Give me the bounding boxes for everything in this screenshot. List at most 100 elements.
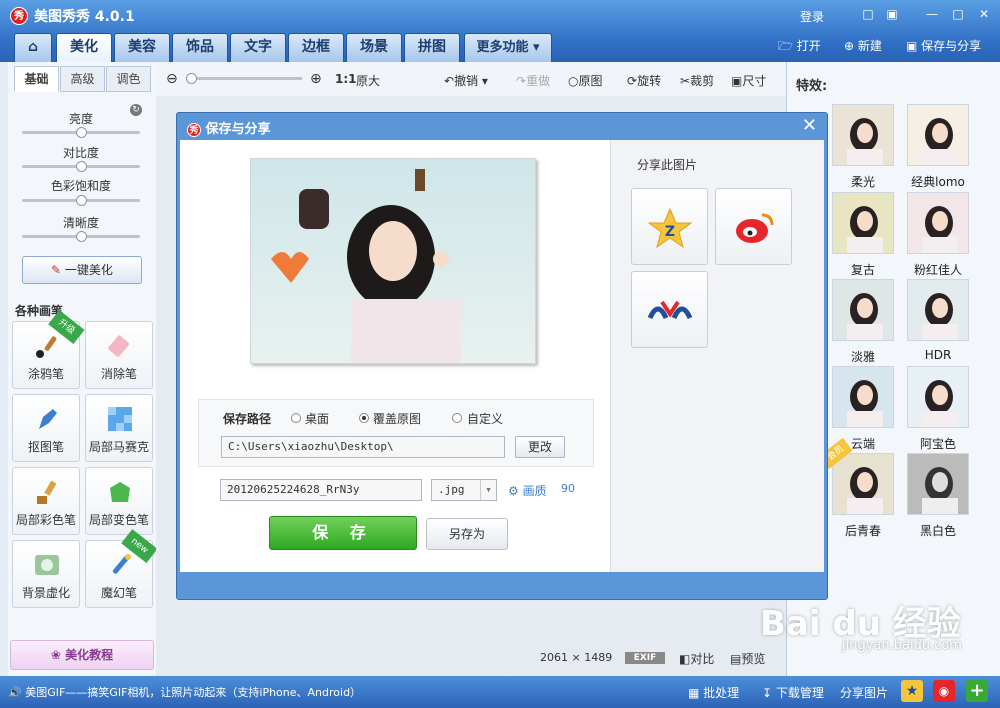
qzone-icon[interactable]: ★ [901, 680, 923, 702]
foot-icon: ❀ [50, 648, 66, 662]
tab-collage[interactable]: 拼图 [404, 33, 460, 62]
download-icon: ↧ [762, 686, 776, 700]
zoom-ratio[interactable]: 1:1 [335, 72, 357, 86]
share-renren-button[interactable] [631, 271, 708, 348]
renren-logo-icon [647, 300, 693, 320]
save-share-button[interactable]: ▣ 保存与分享 [906, 37, 981, 54]
exif-button[interactable]: EXIF [625, 652, 665, 664]
resize-button[interactable]: ▣尺寸 [731, 72, 766, 89]
brush-mosaic[interactable]: 局部马赛克 [85, 394, 153, 462]
slider-knob[interactable] [76, 127, 87, 138]
effect-thumbnail[interactable] [907, 104, 969, 166]
radio-overwrite[interactable] [359, 413, 369, 423]
effect-label: 黑白色 [919, 524, 956, 538]
change-path-button[interactable]: 更改 [515, 436, 565, 458]
paint-bucket-icon [110, 482, 130, 502]
mosaic-icon [108, 407, 132, 431]
subtab-color[interactable]: 调色 [106, 66, 151, 92]
minimize-icon[interactable]: — [924, 7, 940, 21]
brush-magic[interactable]: new 魔幻笔 [85, 529, 158, 608]
status-message[interactable]: 🔊 美图GIF——搞笑GIF相机，让照片动起来（支持iPhone、Android… [8, 684, 361, 700]
preview-button[interactable]: ▤预览 [730, 650, 765, 667]
close-icon[interactable]: ✕ [976, 7, 992, 21]
radio-desktop[interactable] [291, 413, 301, 423]
weibo-icon[interactable]: ◉ [933, 680, 955, 702]
quality-link[interactable]: ⚙ 画质 [508, 482, 547, 499]
brush-doodle[interactable]: 升级 涂鸦笔 [12, 310, 85, 389]
brush-local-color[interactable]: 局部彩色笔 [12, 467, 80, 535]
radio-custom[interactable] [452, 413, 462, 423]
slider-brightness[interactable] [22, 127, 140, 138]
maximize-icon[interactable]: □ [950, 7, 966, 21]
save-path-label: 保存路径 [223, 412, 272, 426]
save-as-button[interactable]: 另存为 [426, 518, 508, 550]
slider-saturation[interactable] [22, 195, 140, 206]
batch-button[interactable]: ▦ 批处理 [688, 684, 739, 701]
one-key-beautify-button[interactable]: ✎ 一键美化 [22, 256, 142, 284]
crop-button[interactable]: ✂裁剪 [680, 72, 714, 89]
slider-knob[interactable] [76, 231, 87, 242]
effect-thumbnail[interactable] [907, 192, 969, 254]
preview-label: 预览 [741, 652, 766, 666]
original-label: 原图 [578, 74, 603, 88]
subtab-advanced[interactable]: 高级 [60, 66, 105, 92]
effect-thumbnail[interactable] [832, 192, 894, 254]
chevron-down-icon: ▾ [478, 74, 488, 88]
tab-text[interactable]: 文字 [230, 33, 286, 62]
compare-button[interactable]: ◧对比 [679, 650, 714, 667]
login-link[interactable]: 登录 [800, 8, 824, 25]
tab-face[interactable]: 美容 [114, 33, 170, 62]
tab-beautify[interactable]: 美化 [56, 33, 112, 62]
effect-thumbnail[interactable] [832, 104, 894, 166]
tutorial-button[interactable]: ❀ 美化教程 [10, 640, 154, 670]
effect-thumbnail[interactable] [907, 279, 969, 341]
effect-thumbnail[interactable] [832, 279, 894, 341]
download-manager-button[interactable]: ↧ 下载管理 [762, 684, 824, 701]
slider-sharpness[interactable] [22, 231, 140, 242]
app-logo: 秀 [10, 7, 28, 25]
share-picture-button[interactable]: 分享图片 [840, 684, 888, 701]
share-weibo-button[interactable] [715, 188, 792, 265]
slider-knob[interactable] [76, 195, 87, 206]
zoom-slider[interactable] [186, 73, 302, 84]
brush-local-recolor[interactable]: 局部变色笔 [85, 467, 153, 535]
dialog-close-icon[interactable]: ✕ [802, 115, 817, 136]
add-icon[interactable]: + [966, 680, 988, 702]
rotate-button[interactable]: ⟳旋转 [627, 72, 661, 89]
save-button[interactable]: 保 存 [269, 516, 417, 550]
brush-cutout[interactable]: 抠图笔 [12, 394, 80, 462]
original-button[interactable]: ○原图 [568, 72, 603, 89]
subtab-basic[interactable]: 基础 [14, 66, 59, 92]
tab-home[interactable]: ⌂ [14, 33, 52, 62]
original-size-button[interactable]: 原大 [356, 72, 380, 89]
zoom-knob[interactable] [186, 73, 197, 84]
dialog-title-text: 保存与分享 [205, 122, 271, 137]
folder-icon: 🗁 [778, 39, 797, 53]
brush-background-blur[interactable]: 背景虚化 [12, 540, 80, 608]
tab-accessories[interactable]: 饰品 [172, 33, 228, 62]
slider-knob[interactable] [76, 161, 87, 172]
effect-thumbnail[interactable] [832, 366, 894, 428]
skin-icon[interactable]: ▣ [884, 7, 900, 21]
filename-input[interactable]: 20120625224628_RrN3y [220, 479, 422, 501]
save-path-input[interactable]: C:\Users\xiaozhu\Desktop\ [221, 436, 505, 458]
zoom-in-icon[interactable]: ⊕ [310, 71, 322, 87]
tab-scene[interactable]: 场景 [346, 33, 402, 62]
new-button[interactable]: ⊕ 新建 [844, 37, 882, 54]
slider-contrast[interactable] [22, 161, 140, 172]
undo-button[interactable]: ↶撤销 ▾ [444, 72, 488, 89]
format-select[interactable]: .jpg ▾ [431, 479, 497, 501]
tab-more[interactable]: 更多功能 ▾ [464, 33, 552, 62]
open-button[interactable]: 🗁 打开 [778, 37, 821, 58]
effect-thumbnail[interactable] [907, 453, 969, 515]
share-qzone-button[interactable]: Z [631, 188, 708, 265]
feedback-icon[interactable]: □ [860, 7, 876, 21]
effect-thumbnail[interactable] [907, 366, 969, 428]
tab-border[interactable]: 边框 [288, 33, 344, 62]
tab-more-label: 更多功能 [476, 40, 529, 55]
brush-eraser[interactable]: 消除笔 [85, 321, 153, 389]
pen-icon [39, 409, 57, 429]
zoom-out-icon[interactable]: ⊖ [166, 71, 178, 87]
redo-button[interactable]: ↷重做 [516, 72, 550, 89]
effect-thumbnail[interactable] [832, 453, 894, 515]
